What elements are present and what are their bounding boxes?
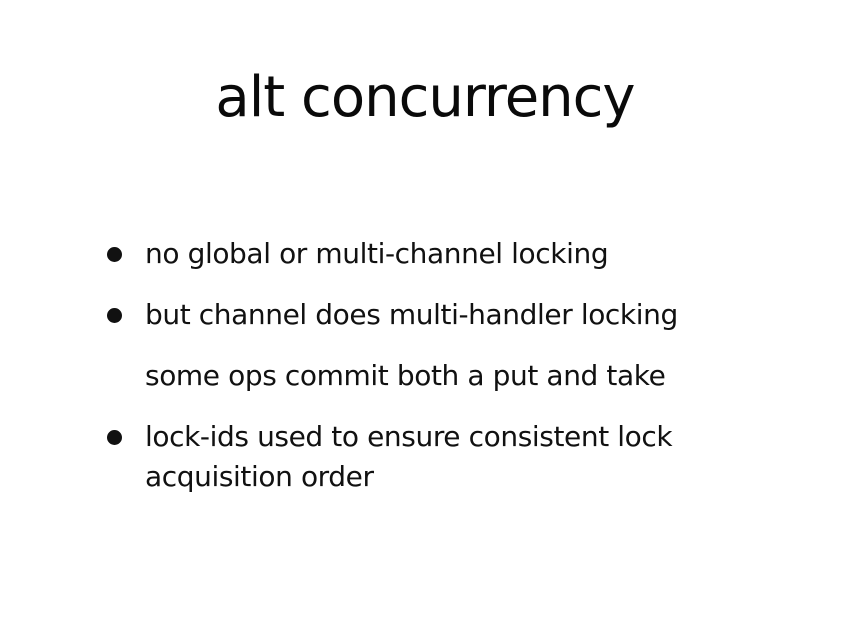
- bullet-item: no global or multi-channel locking: [105, 234, 805, 274]
- slide: alt concurrency no global or multi-chann…: [0, 0, 850, 637]
- sub-point-item: some ops commit both a put and take: [105, 356, 805, 396]
- bullet-text: no global or multi-channel locking: [145, 237, 609, 270]
- slide-title: alt concurrency: [215, 65, 635, 130]
- bullet-item: but channel does multi-handler locking: [105, 295, 805, 335]
- bullet-item: lock-ids used to ensure consistent lock …: [105, 417, 805, 497]
- sub-point-text: some ops commit both a put and take: [145, 359, 666, 392]
- bullet-text: but channel does multi-handler locking: [145, 298, 678, 331]
- bullet-dot-icon: [107, 308, 122, 323]
- bullet-dot-icon: [107, 430, 122, 445]
- bullet-list: no global or multi-channel locking but c…: [105, 234, 805, 497]
- bullet-dot-icon: [107, 247, 122, 262]
- bullet-text: lock-ids used to ensure consistent lock …: [145, 420, 673, 493]
